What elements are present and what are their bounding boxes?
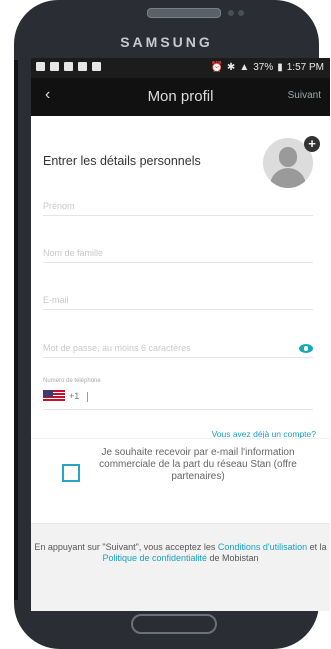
bluetooth-icon: ✱ [226, 62, 236, 73]
us-flag-icon[interactable] [43, 390, 65, 402]
proximity-sensor [238, 10, 244, 16]
email-placeholder: E-mail [43, 295, 69, 305]
country-code[interactable]: +1 [69, 391, 79, 401]
gallery-icon [36, 62, 45, 71]
text-cursor [87, 392, 88, 402]
home-button[interactable] [131, 614, 217, 634]
legal-prefix: En appuyant sur "Suivant", vous acceptez… [34, 542, 218, 552]
last-name-field[interactable]: Nom de famille [43, 238, 313, 263]
password-placeholder: Mot de passe, au moins 6 caractères [43, 343, 191, 353]
download-icon [78, 62, 87, 71]
legal-notice: En appuyant sur "Suivant", vous acceptez… [31, 523, 330, 611]
device-brand: SAMSUNG [120, 34, 213, 50]
legal-middle: et la [307, 542, 327, 552]
password-field[interactable]: Mot de passe, au moins 6 caractères [43, 333, 313, 358]
marketing-checkbox[interactable] [62, 464, 80, 482]
page-title: Mon profil [147, 88, 214, 105]
signal-icon: ▲ [239, 62, 250, 73]
marketing-text: Je souhaite recevoir par e-mail l'inform… [99, 447, 297, 482]
phone-underline [43, 409, 313, 410]
marketing-opt-in: Je souhaite recevoir par e-mail l'inform… [31, 438, 330, 513]
phone-edge-left [14, 60, 18, 600]
front-camera [228, 10, 234, 16]
legal-suffix: de Mobistan [207, 553, 259, 563]
first-name-placeholder: Prénom [43, 201, 75, 211]
avatar-head-icon [279, 147, 297, 167]
terms-link[interactable]: Conditions d'utilisation [218, 542, 307, 552]
status-system-icons: ⏰ ✱ ▲ 37% ▮ 1:57 PM [210, 62, 324, 73]
phone-label: Numéro de téléphone [43, 378, 101, 384]
app-notification-icon [50, 62, 59, 71]
alarm-icon: ⏰ [210, 62, 223, 73]
next-button[interactable]: Suivant [288, 90, 321, 101]
avatar-body-icon [270, 168, 306, 188]
first-name-field[interactable]: Prénom [43, 191, 313, 216]
message-icon [92, 62, 101, 71]
instagram-icon [64, 62, 73, 71]
speaker-grille [147, 8, 221, 18]
battery-icon: ▮ [277, 62, 283, 73]
app-bar: ‹ Mon profil Suivant [31, 78, 330, 116]
privacy-link[interactable]: Politique de confidentialité [102, 553, 207, 563]
battery-percent: 37% [253, 62, 274, 73]
phone-screen: ⏰ ✱ ▲ 37% ▮ 1:57 PM ‹ Mon profil Suivant… [31, 58, 330, 611]
last-name-placeholder: Nom de famille [43, 248, 104, 258]
status-notification-icons [36, 62, 101, 71]
show-password-icon[interactable] [299, 344, 313, 353]
add-photo-icon[interactable]: + [304, 136, 320, 152]
status-time: 1:57 PM [286, 62, 324, 73]
status-bar: ⏰ ✱ ▲ 37% ▮ 1:57 PM [31, 58, 330, 78]
phone-field[interactable]: +1 [43, 388, 313, 406]
email-field[interactable]: E-mail [43, 285, 313, 310]
form-heading: Entrer les détails personnels [43, 154, 201, 168]
